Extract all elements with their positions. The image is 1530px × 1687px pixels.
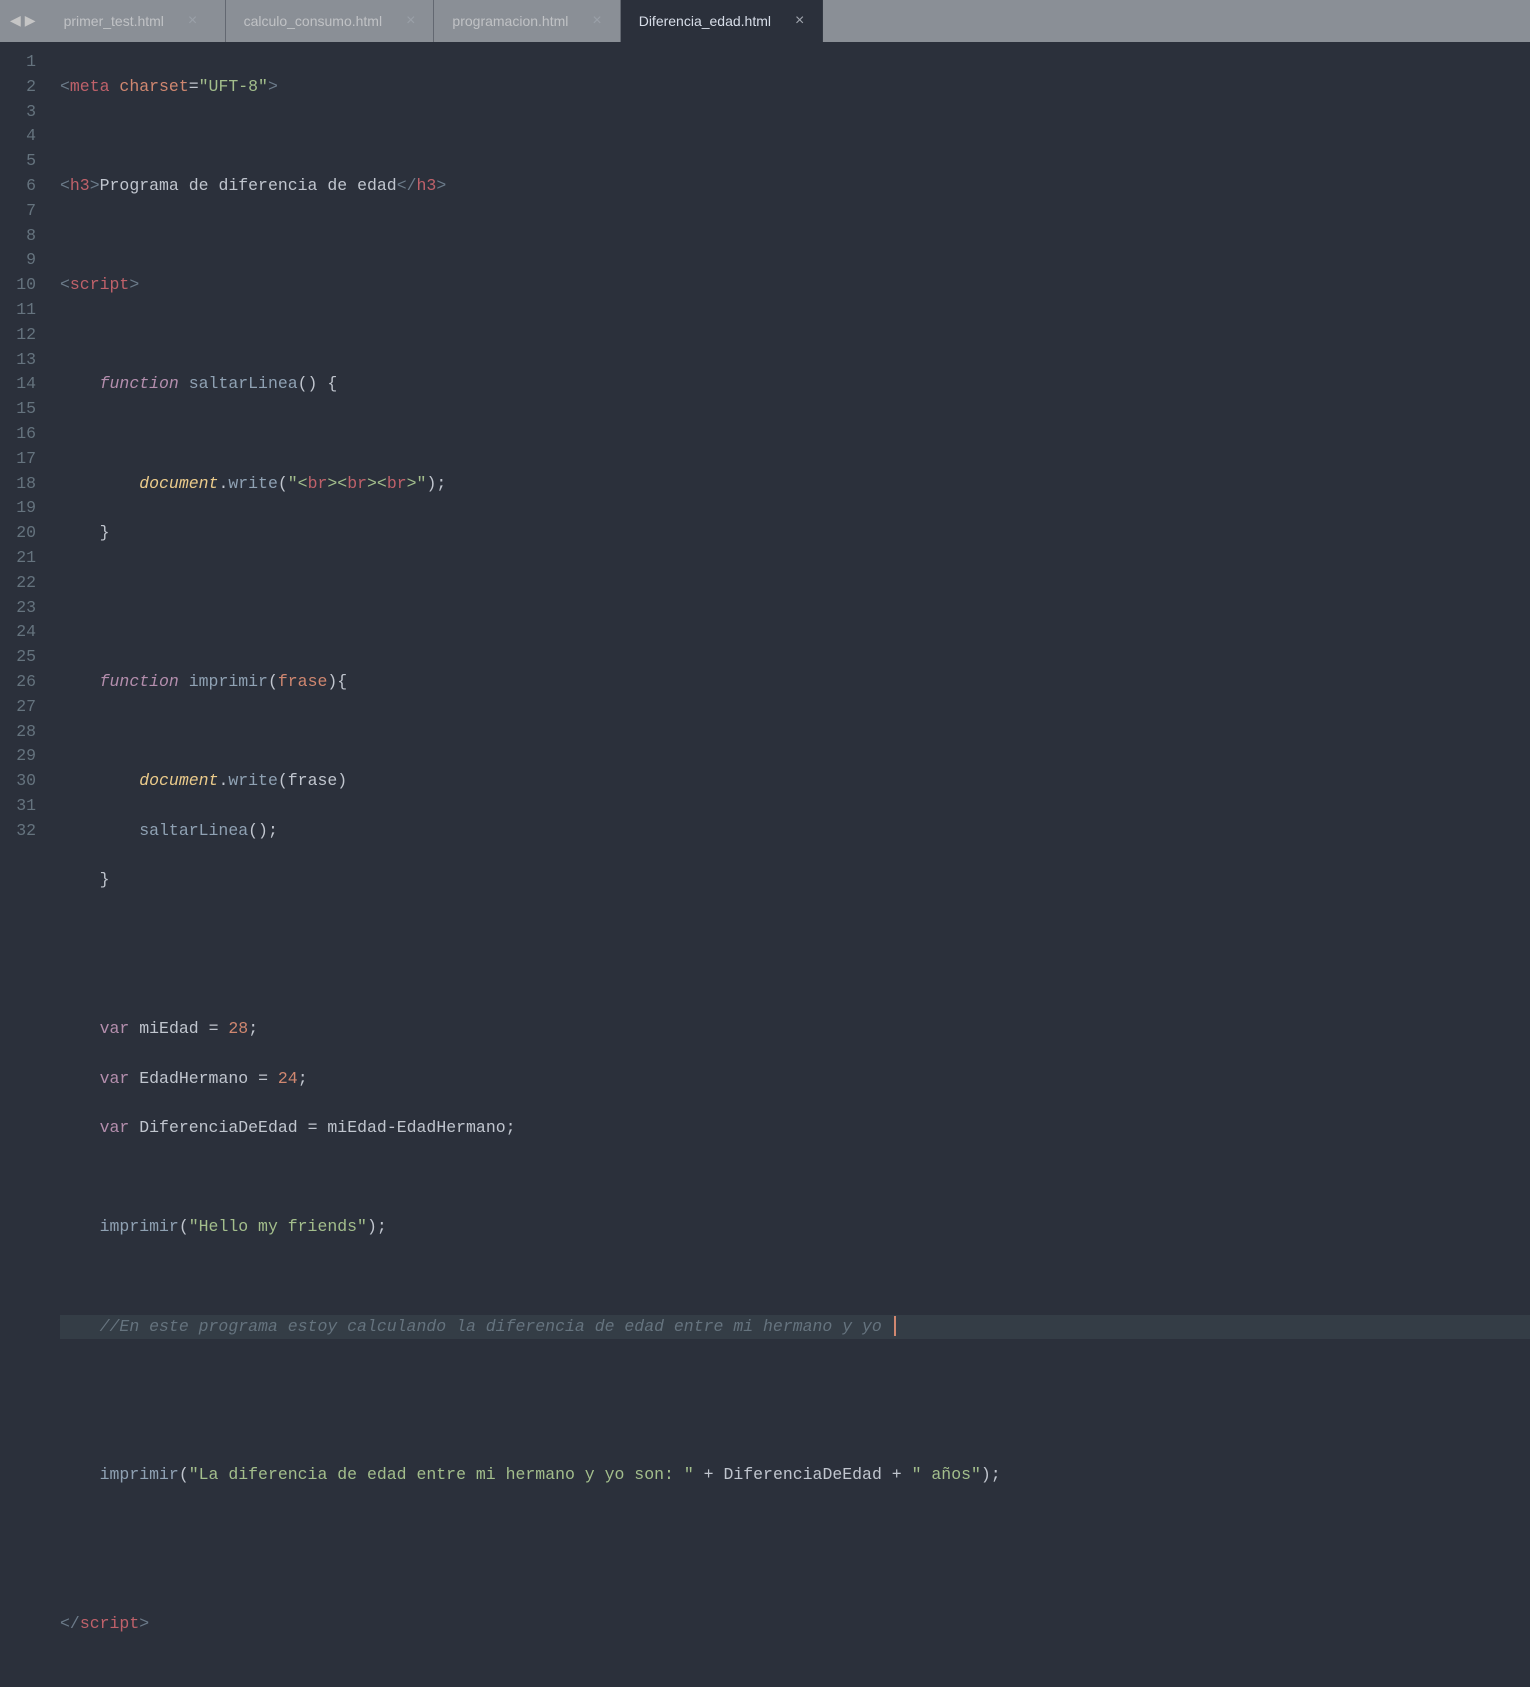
close-icon[interactable]: × [188, 12, 197, 30]
code-line [60, 620, 1530, 645]
line-number: 32 [8, 819, 36, 844]
line-number: 17 [8, 447, 36, 472]
code-line: var miEdad = 28; [60, 1017, 1530, 1042]
close-icon[interactable]: × [592, 12, 601, 30]
tabs: primer_test.html × calculo_consumo.html … [46, 0, 824, 42]
line-number: 3 [8, 100, 36, 125]
code-line: imprimir("La diferencia de edad entre mi… [60, 1463, 1530, 1488]
line-number: 18 [8, 472, 36, 497]
code-line [60, 1166, 1530, 1191]
close-icon[interactable]: × [795, 12, 804, 30]
code-area[interactable]: <meta charset="UFT-8"> <h3>Programa de d… [48, 42, 1530, 916]
code-line [60, 224, 1530, 249]
gutter: 1234567891011121314151617181920212223242… [0, 42, 48, 916]
code-line [60, 1364, 1530, 1389]
code-line [60, 720, 1530, 745]
line-number: 15 [8, 397, 36, 422]
tab-primer-test[interactable]: primer_test.html × [46, 0, 226, 42]
line-number: 8 [8, 224, 36, 249]
line-number: 26 [8, 670, 36, 695]
line-number: 28 [8, 720, 36, 745]
text-cursor [894, 1316, 896, 1336]
line-number: 2 [8, 75, 36, 100]
line-number: 23 [8, 596, 36, 621]
line-number: 7 [8, 199, 36, 224]
tab-label: programacion.html [452, 13, 568, 29]
code-line [60, 1513, 1530, 1538]
line-number: 10 [8, 273, 36, 298]
code-line [60, 967, 1530, 992]
code-line [60, 422, 1530, 447]
line-number: 9 [8, 248, 36, 273]
line-number: 21 [8, 546, 36, 571]
code-line: var DiferenciaDeEdad = miEdad-EdadHerman… [60, 1116, 1530, 1141]
code-line [60, 1563, 1530, 1588]
nav-back-icon[interactable]: ◀ [10, 13, 21, 30]
code-line-active: //En este programa estoy calculando la d… [60, 1315, 1530, 1340]
close-icon[interactable]: × [406, 12, 415, 30]
code-line: } [60, 868, 1530, 893]
code-line: } [60, 521, 1530, 546]
line-number: 4 [8, 124, 36, 149]
tab-label: Diferencia_edad.html [639, 13, 771, 29]
code-line: <script> [60, 273, 1530, 298]
line-number: 24 [8, 620, 36, 645]
code-line [60, 918, 1530, 943]
line-number: 1 [8, 50, 36, 75]
code-line: var EdadHermano = 24; [60, 1067, 1530, 1092]
code-line [60, 1414, 1530, 1439]
line-number: 6 [8, 174, 36, 199]
code-line: function saltarLinea() { [60, 372, 1530, 397]
code-line: document.write(frase) [60, 769, 1530, 794]
code-line: imprimir("Hello my friends"); [60, 1215, 1530, 1240]
line-number: 11 [8, 298, 36, 323]
editor: 1234567891011121314151617181920212223242… [0, 42, 1530, 916]
line-number: 13 [8, 348, 36, 373]
line-number: 31 [8, 794, 36, 819]
tab-label: calculo_consumo.html [244, 13, 383, 29]
tab-diferencia-edad[interactable]: Diferencia_edad.html × [621, 0, 824, 42]
nav-arrows: ◀ ▶ [0, 13, 46, 30]
line-number: 20 [8, 521, 36, 546]
line-number: 22 [8, 571, 36, 596]
line-number: 30 [8, 769, 36, 794]
line-number: 29 [8, 744, 36, 769]
code-line [60, 571, 1530, 596]
line-number: 19 [8, 496, 36, 521]
tab-programacion[interactable]: programacion.html × [434, 0, 620, 42]
line-number: 16 [8, 422, 36, 447]
line-number: 5 [8, 149, 36, 174]
code-line: document.write("<br><br><br>"); [60, 472, 1530, 497]
tab-label: primer_test.html [64, 13, 164, 29]
code-line: <meta charset="UFT-8"> [60, 75, 1530, 100]
line-number: 27 [8, 695, 36, 720]
code-line [60, 323, 1530, 348]
code-line: saltarLinea(); [60, 819, 1530, 844]
tab-calculo-consumo[interactable]: calculo_consumo.html × [226, 0, 435, 42]
line-number: 25 [8, 645, 36, 670]
code-line: </script> [60, 1612, 1530, 1637]
nav-forward-icon[interactable]: ▶ [25, 13, 36, 30]
code-line: <h3>Programa de diferencia de edad</h3> [60, 174, 1530, 199]
line-number: 12 [8, 323, 36, 348]
titlebar: ◀ ▶ primer_test.html × calculo_consumo.h… [0, 0, 1530, 42]
code-line: function imprimir(frase){ [60, 670, 1530, 695]
line-number: 14 [8, 372, 36, 397]
code-line [60, 124, 1530, 149]
code-line [60, 1265, 1530, 1290]
